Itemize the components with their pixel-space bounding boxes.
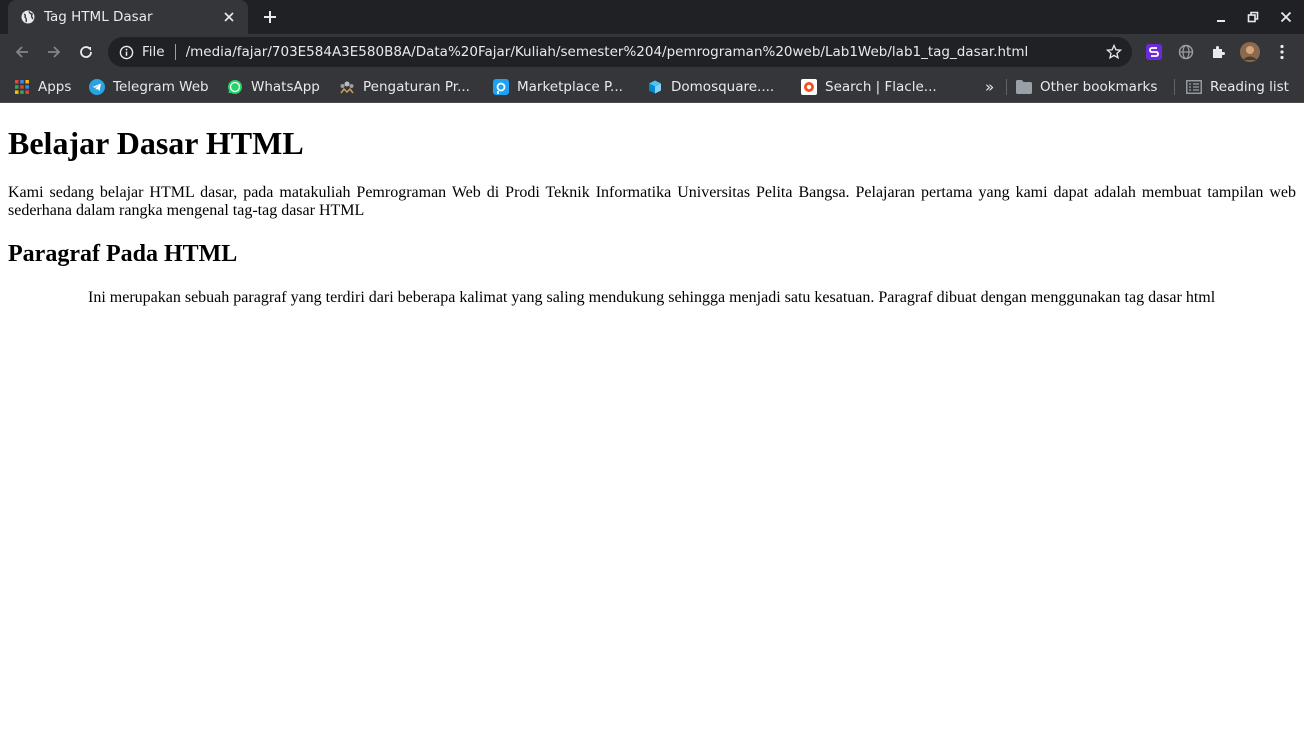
puzzle-extensions-icon[interactable] (1208, 42, 1228, 62)
tab-active[interactable]: Tag HTML Dasar (8, 0, 248, 34)
bookmarks-bar: Apps Telegram Web WhatsApp Pengaturan Pr… (0, 70, 1304, 103)
gear-people-icon (339, 79, 355, 95)
toolbar: File /media/fajar/703E584A3E580B8A/Data%… (0, 34, 1304, 70)
overflow-chevron-icon: » (985, 78, 995, 96)
flacle-icon (801, 79, 817, 95)
reading-list-button[interactable]: Reading list (1186, 76, 1289, 98)
telegram-icon (89, 79, 105, 95)
bookmark-flacle[interactable]: Search | Flacle... (801, 76, 937, 98)
apps-grid-icon (14, 79, 30, 95)
reload-button[interactable] (74, 40, 98, 64)
intro-paragraph: Kami sedang belajar HTML dasar, pada mat… (8, 184, 1296, 219)
reading-list-icon (1186, 79, 1202, 95)
restore-icon[interactable] (1244, 8, 1262, 26)
back-button[interactable] (10, 40, 34, 64)
whatsapp-icon (227, 79, 243, 95)
extension-s-icon[interactable] (1144, 42, 1164, 62)
scheme-label: File (142, 44, 165, 60)
menu-dots-icon[interactable] (1272, 42, 1292, 62)
bookmark-label: Telegram Web (113, 79, 209, 95)
bookmark-label: Pengaturan Pr... (363, 79, 470, 95)
divider (1006, 79, 1007, 95)
bookmark-whatsapp[interactable]: WhatsApp (227, 76, 320, 98)
bookmark-pengaturan[interactable]: Pengaturan Pr... (339, 76, 470, 98)
bookmark-telegram[interactable]: Telegram Web (89, 76, 209, 98)
bookmark-label: Other bookmarks (1040, 79, 1158, 95)
close-window-icon[interactable] (1277, 8, 1295, 26)
address-bar[interactable]: File /media/fajar/703E584A3E580B8A/Data%… (108, 37, 1132, 67)
bookmark-marketplace[interactable]: Marketplace P... (493, 76, 623, 98)
bookmark-other-bookmarks[interactable]: Other bookmarks (1016, 76, 1157, 98)
bookmark-apps[interactable]: Apps (14, 76, 71, 98)
globe-icon (20, 9, 36, 25)
avatar[interactable] (1240, 42, 1260, 62)
translate-globe-icon[interactable] (1176, 42, 1196, 62)
star-icon[interactable] (1104, 42, 1124, 62)
page-content: Belajar Dasar HTML Kami sedang belajar H… (0, 103, 1304, 741)
bookmark-label: Reading list (1210, 79, 1289, 95)
forward-button[interactable] (42, 40, 66, 64)
folder-icon (1016, 79, 1032, 95)
bookmarks-overflow-button[interactable]: » (985, 76, 994, 98)
bookmark-label: WhatsApp (251, 79, 320, 95)
bookmark-label: Apps (38, 79, 72, 95)
bookmark-label: Domosquare.... (671, 79, 775, 95)
tab-title: Tag HTML Dasar (44, 9, 153, 25)
info-icon[interactable] (118, 44, 134, 60)
new-tab-button[interactable] (258, 6, 282, 28)
page-heading: Belajar Dasar HTML (8, 125, 304, 161)
bookmark-label: Search | Flacle... (825, 79, 937, 95)
divider (1174, 79, 1175, 95)
body-paragraph: Ini merupakan sebuah paragraf yang terdi… (88, 289, 1216, 306)
close-icon[interactable] (220, 8, 238, 26)
divider (174, 44, 176, 60)
section-heading: Paragraf Pada HTML (8, 241, 238, 267)
cube-icon (647, 79, 663, 95)
url-text[interactable]: /media/fajar/703E584A3E580B8A/Data%20Faj… (186, 44, 1104, 60)
bookmark-domosquare[interactable]: Domosquare.... (647, 76, 774, 98)
minimize-icon[interactable] (1212, 8, 1230, 26)
bookmark-label: Marketplace P... (517, 79, 623, 95)
tab-strip: Tag HTML Dasar (0, 0, 1304, 34)
marketplace-icon (493, 79, 509, 95)
